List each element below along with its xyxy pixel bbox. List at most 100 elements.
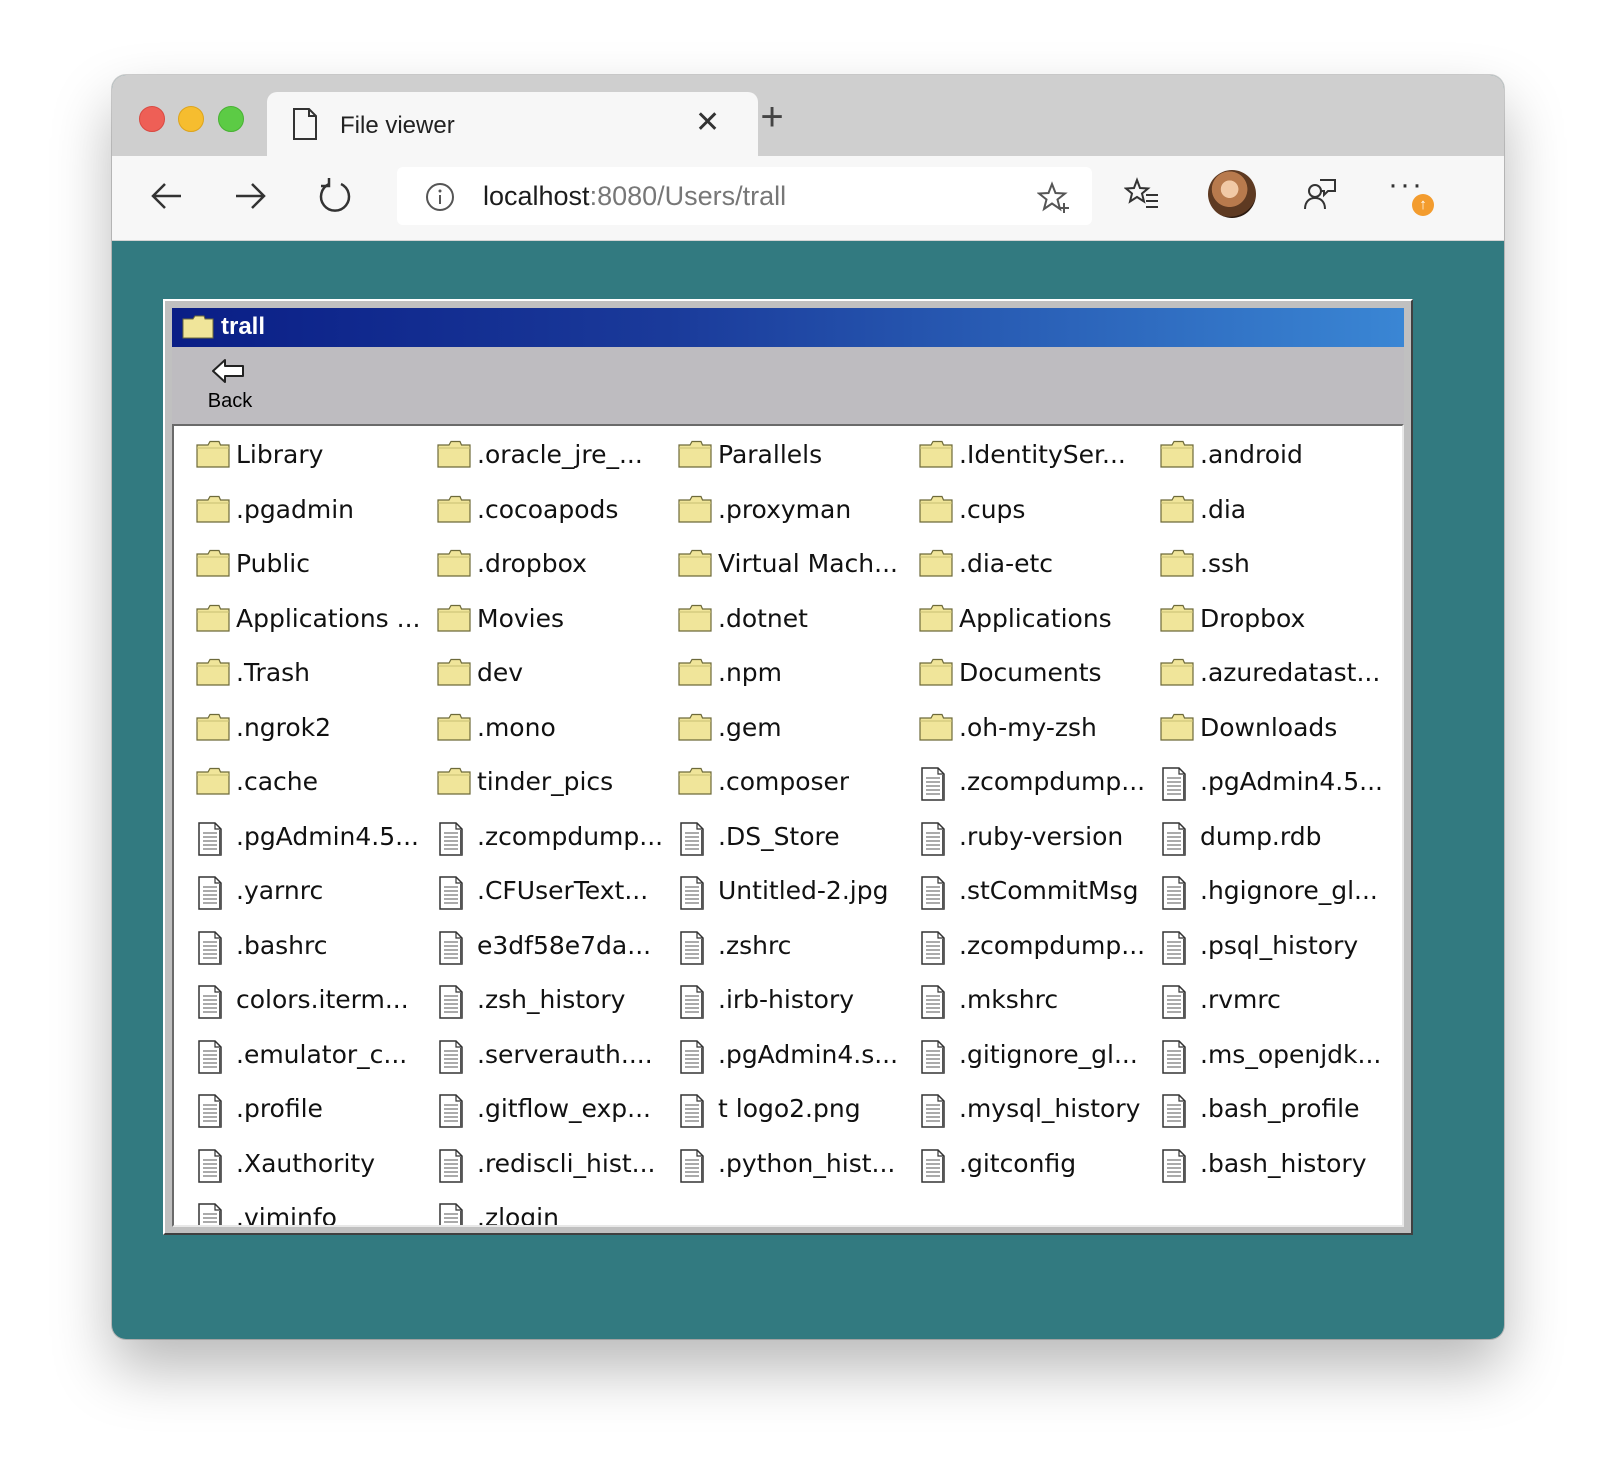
file-item[interactable]: .zlogin — [435, 1193, 676, 1225]
folder-item[interactable]: .cocoapods — [435, 485, 676, 540]
folder-item[interactable]: Downloads — [1158, 703, 1399, 758]
folder-item[interactable]: Documents — [917, 648, 1158, 703]
folder-item[interactable]: Applications ... — [194, 594, 435, 649]
file-item[interactable]: colors.iterm... — [194, 975, 435, 1030]
folder-item[interactable]: Public — [194, 539, 435, 594]
file-item[interactable]: .emulator_c... — [194, 1030, 435, 1085]
folder-item[interactable]: .dropbox — [435, 539, 676, 594]
folder-item[interactable]: Dropbox — [1158, 594, 1399, 649]
file-item[interactable]: .gitignore_gl... — [917, 1030, 1158, 1085]
new-tab-button[interactable]: + — [752, 97, 792, 137]
close-window-button[interactable] — [139, 106, 165, 132]
file-item[interactable]: .pgAdmin4.s... — [676, 1030, 917, 1085]
folder-item[interactable]: .pgadmin — [194, 485, 435, 540]
file-item[interactable]: .psql_history — [1158, 921, 1399, 976]
folder-item[interactable]: dev — [435, 648, 676, 703]
file-item[interactable]: .CFUserText... — [435, 866, 676, 921]
folder-item[interactable]: .Trash — [194, 648, 435, 703]
file-item[interactable]: .python_hist... — [676, 1139, 917, 1194]
info-icon[interactable] — [425, 182, 455, 217]
file-item[interactable]: .hgignore_gl... — [1158, 866, 1399, 921]
folder-item[interactable]: .dia — [1158, 485, 1399, 540]
folder-item[interactable]: .oh-my-zsh — [917, 703, 1158, 758]
back-arrow-icon[interactable] — [147, 176, 187, 216]
folder-item[interactable]: .composer — [676, 757, 917, 812]
file-item[interactable]: .bashrc — [194, 921, 435, 976]
file-item[interactable]: .ms_openjdk... — [1158, 1030, 1399, 1085]
document-icon — [437, 1148, 465, 1188]
folder-icon — [678, 767, 712, 800]
folder-item[interactable]: .cups — [917, 485, 1158, 540]
folder-item[interactable]: .dia-etc — [917, 539, 1158, 594]
folder-item[interactable]: Library — [194, 430, 435, 485]
file-item[interactable]: .gitconfig — [917, 1139, 1158, 1194]
file-item[interactable]: .profile — [194, 1084, 435, 1139]
tab-file-viewer[interactable]: File viewer ✕ — [267, 92, 758, 156]
file-item[interactable]: .bash_history — [1158, 1139, 1399, 1194]
folder-item[interactable]: Movies — [435, 594, 676, 649]
folder-item[interactable]: .proxyman — [676, 485, 917, 540]
folder-item[interactable]: .mono — [435, 703, 676, 758]
folder-item[interactable]: .npm — [676, 648, 917, 703]
folder-item[interactable]: .azuredatast... — [1158, 648, 1399, 703]
address-bar[interactable]: localhost:8080/Users/trall — [397, 167, 1092, 225]
update-badge-icon[interactable]: ↑ — [1412, 194, 1434, 216]
file-item[interactable]: .serverauth.... — [435, 1030, 676, 1085]
folder-item[interactable]: Parallels — [676, 430, 917, 485]
file-item[interactable]: .yarnrc — [194, 866, 435, 921]
folder-item[interactable]: .android — [1158, 430, 1399, 485]
file-item[interactable]: .gitflow_exp... — [435, 1084, 676, 1139]
folder-item[interactable]: Applications — [917, 594, 1158, 649]
maximize-window-button[interactable] — [218, 106, 244, 132]
file-item[interactable]: .zsh_history — [435, 975, 676, 1030]
file-item[interactable]: .irb-history — [676, 975, 917, 1030]
file-item[interactable]: .pgAdmin4.5... — [194, 812, 435, 867]
folder-item[interactable]: tinder_pics — [435, 757, 676, 812]
folder-item[interactable]: .dotnet — [676, 594, 917, 649]
folder-item[interactable]: .ngrok2 — [194, 703, 435, 758]
file-item[interactable]: .zshrc — [676, 921, 917, 976]
file-item[interactable]: .viminfo — [194, 1193, 435, 1225]
file-item[interactable]: .Xauthority — [194, 1139, 435, 1194]
file-item[interactable]: .zcompdump... — [917, 757, 1158, 812]
folder-item[interactable]: .oracle_jre_... — [435, 430, 676, 485]
file-item[interactable]: e3df58e7da... — [435, 921, 676, 976]
folder-item[interactable]: .IdentitySer... — [917, 430, 1158, 485]
profile-avatar[interactable] — [1208, 170, 1256, 218]
document-icon — [678, 876, 706, 915]
minimize-window-button[interactable] — [178, 106, 204, 132]
forward-arrow-icon[interactable] — [230, 176, 270, 216]
file-item[interactable]: .bash_profile — [1158, 1084, 1399, 1139]
file-item[interactable]: .DS_Store — [676, 812, 917, 867]
file-item[interactable]: .rediscli_hist... — [435, 1139, 676, 1194]
item-name: .cups — [959, 494, 1026, 524]
file-item[interactable]: t logo2.png — [676, 1084, 917, 1139]
file-item[interactable]: .mysql_history — [917, 1084, 1158, 1139]
close-tab-icon[interactable]: ✕ — [695, 106, 720, 140]
file-item[interactable]: .ruby-version — [917, 812, 1158, 867]
folder-item[interactable]: .cache — [194, 757, 435, 812]
item-name: .mkshrc — [959, 985, 1059, 1014]
folder-item[interactable]: .gem — [676, 703, 917, 758]
favorites-icon[interactable] — [1123, 177, 1160, 216]
folder-item[interactable]: Virtual Mach... — [676, 539, 917, 594]
file-item[interactable]: .rvmrc — [1158, 975, 1399, 1030]
file-item[interactable]: .mkshrc — [917, 975, 1158, 1030]
reload-icon[interactable] — [315, 176, 355, 216]
file-item[interactable]: .zcompdump... — [435, 812, 676, 867]
folder-item[interactable]: .ssh — [1158, 539, 1399, 594]
document-icon — [919, 1148, 947, 1188]
file-item[interactable]: .stCommitMsg — [917, 866, 1158, 921]
document-icon — [1160, 1039, 1188, 1079]
file-viewer-window: trall Back Library .oracle_jre_... Paralle… — [163, 299, 1413, 1235]
add-favorite-star-icon[interactable] — [1036, 181, 1071, 220]
file-item[interactable]: .pgAdmin4.5... — [1158, 757, 1399, 812]
file-item[interactable]: dump.rdb — [1158, 812, 1399, 867]
file-item[interactable]: Untitled-2.jpg — [676, 866, 917, 921]
item-name: .pgAdmin4.5... — [236, 821, 419, 851]
item-name: .zsh_history — [477, 985, 626, 1014]
window-toolbar: Back — [172, 347, 1404, 424]
back-button[interactable]: Back — [200, 353, 260, 417]
file-item[interactable]: .zcompdump... — [917, 921, 1158, 976]
feedback-icon[interactable] — [1302, 177, 1338, 218]
